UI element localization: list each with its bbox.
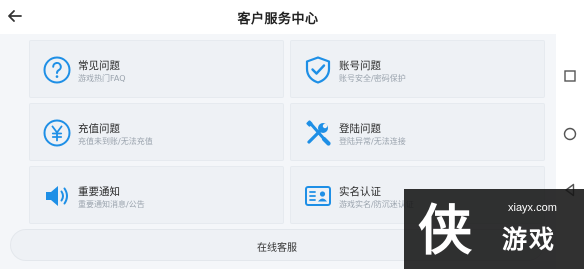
site-watermark: 侠 xiayx.com 游戏 [404,189,584,269]
card-subtitle: 登陆异常/无法连接 [339,137,406,146]
card-faq[interactable]: 常见问题 游戏热门FAQ [29,40,284,98]
watermark-name: 游戏 [502,225,557,254]
wrench-screwdriver-icon [306,120,331,146]
watermark-url: xiayx.com [508,202,557,214]
page-title: 客户服务中心 [237,12,319,27]
card-account[interactable]: 账号问题 账号安全/密码保护 [290,40,545,98]
card-subtitle: 账号安全/密码保护 [339,74,406,83]
card-notice[interactable]: 重要通知 重要通知消息/公告 [29,166,284,224]
card-label: 充值问题 [78,123,120,135]
card-label: 登陆问题 [339,123,381,135]
header-bar: 客户服务中心 [0,0,556,34]
card-subtitle: 游戏实名/防沉迷认证 [339,200,414,209]
speaker-icon [46,186,68,206]
card-subtitle: 游戏热门FAQ [78,74,126,83]
card-label: 重要通知 [78,186,120,198]
card-label: 账号问题 [339,60,381,72]
shield-check-icon [305,56,331,84]
recent-apps-square-icon[interactable] [562,68,578,84]
card-subtitle: 重要通知消息/公告 [78,200,145,209]
svg-text:侠: 侠 [418,199,472,259]
home-circle-icon[interactable] [562,126,578,142]
card-recharge[interactable]: 充值问题 充值未到账/无法充值 [29,103,284,161]
question-circle-icon [43,56,71,84]
card-subtitle: 充值未到账/无法充值 [78,137,153,146]
card-label: 实名认证 [339,186,381,198]
watermark-logo: 侠 [418,199,472,259]
id-card-icon [305,186,331,206]
card-login[interactable]: 登陆问题 登陆异常/无法连接 [290,103,545,161]
yen-circle-icon [43,119,71,147]
card-label: 常见问题 [78,60,120,72]
